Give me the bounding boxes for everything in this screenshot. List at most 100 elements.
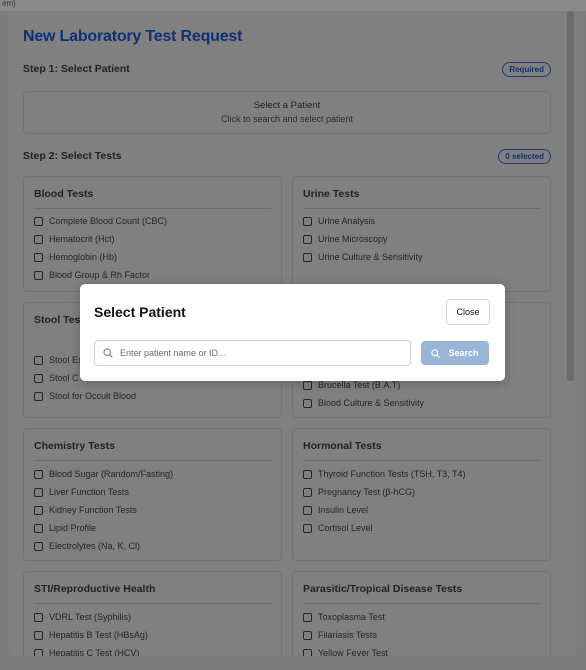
checkbox[interactable]: [303, 234, 312, 244]
checkbox[interactable]: [34, 355, 43, 365]
test-option-label: Brucella Test (B.A.T): [318, 380, 401, 390]
test-option-label: Insulin Level: [318, 505, 369, 515]
select-patient-box[interactable]: Select a Patient Click to search and sel…: [23, 91, 551, 134]
test-option[interactable]: Complete Blood Count (CBC): [34, 215, 167, 227]
form-title: New Laboratory Test Request: [23, 28, 243, 45]
card-divider: [34, 603, 271, 604]
test-card-parasitic: Parasitic/Tropical Disease Tests Toxopla…: [292, 571, 551, 656]
test-option[interactable]: Filariasis Tests: [303, 629, 377, 641]
checkbox[interactable]: [34, 630, 43, 640]
test-option-label: Lipid Profile: [49, 523, 97, 533]
selected-count-badge: 0 selected: [498, 149, 551, 164]
checkbox[interactable]: [303, 612, 312, 622]
select-patient-box-subtitle: Click to search and select patient: [220, 114, 354, 124]
test-option[interactable]: Stool for Occult Blood: [34, 390, 136, 402]
checkbox[interactable]: [303, 487, 312, 497]
checkbox[interactable]: [34, 612, 43, 622]
test-option-label: Urine Microscopy: [318, 234, 388, 244]
patient-search-field[interactable]: [94, 340, 411, 366]
step-1-header: Step 1: Select Patient Required: [23, 62, 551, 77]
checkbox[interactable]: [303, 630, 312, 640]
test-option-label: Hepatitis C Test (HCV): [49, 648, 140, 656]
test-option-label: Stool C: [49, 373, 79, 383]
checkbox[interactable]: [34, 648, 43, 656]
test-option[interactable]: Stool Ex: [34, 354, 83, 366]
page-top-text: em): [2, 0, 16, 8]
checkbox[interactable]: [34, 252, 43, 262]
test-option-label: VDRL Test (Syphilis): [49, 612, 132, 622]
test-option[interactable]: Hemoglobin (Hb): [34, 251, 117, 263]
checkbox[interactable]: [34, 505, 43, 515]
card-title: Parasitic/Tropical Disease Tests: [303, 583, 463, 595]
card-divider: [303, 460, 540, 461]
test-option[interactable]: Electrolytes (Na, K, Cl): [34, 540, 140, 552]
test-option[interactable]: Kidney Function Tests: [34, 504, 137, 516]
card-title: Chemistry Tests: [34, 440, 115, 452]
test-option[interactable]: Stool C: [34, 372, 79, 384]
test-option-label: Stool Ex: [49, 355, 83, 365]
test-option-label: Cortisol Level: [318, 523, 373, 533]
checkbox[interactable]: [34, 391, 43, 401]
card-title: Hormonal Tests: [303, 440, 382, 452]
checkbox[interactable]: [34, 469, 43, 479]
card-title: STI/Reproductive Health: [34, 583, 156, 595]
card-divider: [303, 208, 540, 209]
test-option-label: Stool for Occult Blood: [49, 391, 137, 401]
test-card-hormonal: Hormonal Tests Thyroid Function Tests (T…: [292, 428, 551, 561]
close-button[interactable]: Close: [446, 299, 490, 325]
checkbox[interactable]: [303, 648, 312, 656]
checkbox[interactable]: [303, 523, 312, 533]
checkbox[interactable]: [34, 373, 43, 383]
checkbox[interactable]: [34, 234, 43, 244]
test-option[interactable]: Blood Group & Rh Factor: [34, 269, 150, 281]
test-option[interactable]: Lipid Profile: [34, 522, 96, 534]
test-option[interactable]: Hepatitis C Test (HCV): [34, 647, 139, 656]
checkbox[interactable]: [34, 487, 43, 497]
checkbox[interactable]: [303, 398, 312, 408]
test-option[interactable]: Blood Sugar (Random/Fasting): [34, 468, 173, 480]
test-option-label: Kidney Function Tests: [49, 505, 137, 515]
test-option[interactable]: Urine Culture & Sensitivity: [303, 251, 423, 263]
test-option[interactable]: Yellow Fever Test: [303, 647, 388, 656]
test-option-label: Hemoglobin (Hb): [49, 252, 118, 262]
test-card-chemistry: Chemistry Tests Blood Sugar (Random/Fast…: [23, 428, 282, 561]
test-option[interactable]: Urine Microscopy: [303, 233, 388, 245]
test-option[interactable]: VDRL Test (Syphilis): [34, 611, 131, 623]
test-option-label: Urine Culture & Sensitivity: [318, 252, 423, 262]
test-option[interactable]: Thyroid Function Tests (TSH, T3, T4): [303, 468, 466, 480]
patient-search-input[interactable]: [120, 341, 408, 365]
checkbox[interactable]: [303, 252, 312, 262]
test-card-urine: Urine Tests Urine Analysis Urine Microsc…: [292, 176, 551, 292]
test-card-sti: STI/Reproductive Health VDRL Test (Syphi…: [23, 571, 282, 656]
test-option[interactable]: Pregnancy Test (β-hCG): [303, 486, 415, 498]
test-option-label: Liver Function Tests: [49, 487, 129, 497]
test-option[interactable]: Toxoplasma Test: [303, 611, 385, 623]
checkbox[interactable]: [303, 505, 312, 515]
test-option[interactable]: Urine Analysis: [303, 215, 375, 227]
checkbox[interactable]: [34, 270, 43, 280]
card-divider: [303, 603, 540, 604]
test-option[interactable]: Insulin Level: [303, 504, 368, 516]
page-top-strip: em): [0, 0, 586, 11]
checkbox[interactable]: [34, 541, 43, 551]
test-option[interactable]: Hepatitis B Test (HBsAg): [34, 629, 148, 641]
test-option[interactable]: Cortisol Level: [303, 522, 373, 534]
test-card-blood: Blood Tests Complete Blood Count (CBC) H…: [23, 176, 282, 292]
checkbox[interactable]: [303, 216, 312, 226]
search-button[interactable]: Search: [421, 341, 489, 365]
scrollbar[interactable]: [567, 11, 574, 381]
search-icon: [431, 348, 441, 358]
checkbox[interactable]: [303, 469, 312, 479]
checkbox[interactable]: [303, 380, 312, 390]
step-2-label: Step 2: Select Tests: [23, 150, 122, 162]
step-1-label: Step 1: Select Patient: [23, 63, 130, 75]
test-option[interactable]: Blood Culture & Sensitivity: [303, 397, 424, 409]
test-option-label: Filariasis Tests: [318, 630, 377, 640]
test-option[interactable]: Liver Function Tests: [34, 486, 129, 498]
checkbox[interactable]: [34, 216, 43, 226]
test-option[interactable]: Hematocrit (Hct): [34, 233, 115, 245]
test-option-label: Urine Analysis: [318, 216, 376, 226]
checkbox[interactable]: [34, 523, 43, 533]
modal-title: Select Patient: [94, 304, 186, 320]
card-title: Blood Tests: [34, 188, 94, 200]
